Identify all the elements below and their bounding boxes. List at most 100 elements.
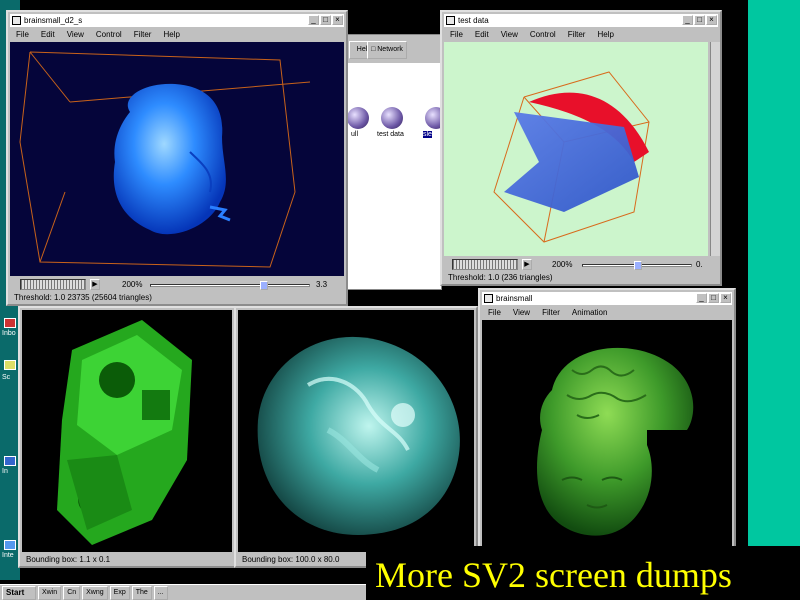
start-button[interactable]: Start xyxy=(2,586,36,600)
network-button[interactable]: □ Network xyxy=(367,41,407,59)
blue-head-isosurface xyxy=(113,83,231,235)
rendering-canvas xyxy=(19,51,311,268)
menu-bar: File Edit View Control Filter Help xyxy=(444,28,718,41)
frame-scrubber[interactable] xyxy=(20,279,86,290)
status-bar: Bounding box: 1.1 x 0.1 xyxy=(22,554,232,566)
status-bar: Threshold: 1.0 (236 triangles) xyxy=(444,272,718,284)
minimize-icon[interactable]: _ xyxy=(308,15,319,25)
menu-help[interactable]: Help xyxy=(163,28,179,41)
rendering-canvas xyxy=(493,71,650,243)
file-label: test data xyxy=(377,131,404,138)
title-bar[interactable]: brainsmall _ □ × xyxy=(482,292,732,305)
rendering-canvas xyxy=(57,320,192,545)
head-ct-window: Bounding box: 100.0 x 80.0 xyxy=(234,306,478,568)
folder-icon[interactable] xyxy=(4,360,16,370)
desktop-label-sc: Sc xyxy=(2,374,11,381)
menu-view[interactable]: View xyxy=(501,28,518,41)
play-icon[interactable]: ▶ xyxy=(90,279,100,290)
menu-view[interactable]: View xyxy=(67,28,84,41)
internet-icon[interactable] xyxy=(4,540,16,550)
zoom-slider-thumb[interactable] xyxy=(634,261,642,270)
taskbar-item[interactable]: Xwng xyxy=(82,586,108,600)
brain-blue-window: brainsmall_d2_s _ □ × File Edit View Con… xyxy=(6,10,348,306)
taskbar: Start Xwin Cn Xwng Exp The ... xyxy=(0,584,370,600)
window-title: brainsmall xyxy=(496,294,533,303)
test-data-window: test data _ □ × File Edit View Control F… xyxy=(440,10,722,286)
menu-view[interactable]: View xyxy=(513,306,530,319)
maximize-icon[interactable]: □ xyxy=(694,15,705,25)
intersecting-surfaces xyxy=(504,92,649,212)
title-bar[interactable]: test data _ □ × xyxy=(444,14,718,27)
viewport-3d[interactable] xyxy=(482,320,732,548)
window-title: test data xyxy=(458,16,489,25)
zoom-label: 200% xyxy=(552,260,573,269)
menu-filter[interactable]: Filter xyxy=(568,28,586,41)
menu-edit[interactable]: Edit xyxy=(41,28,55,41)
brain-green-window: brainsmall _ □ × File View Filter Animat… xyxy=(478,288,736,550)
close-icon[interactable]: × xyxy=(720,293,731,303)
rendering-canvas xyxy=(537,347,694,536)
taskbar-item[interactable]: The xyxy=(131,586,152,600)
slide-caption: More SV2 screen dumps xyxy=(375,555,732,595)
menu-control[interactable]: Control xyxy=(530,28,556,41)
zoom-slider[interactable] xyxy=(582,261,692,270)
green-head-volume xyxy=(537,347,694,536)
menu-bar: File Edit View Control Filter Help xyxy=(10,28,344,41)
menu-animation[interactable]: Animation xyxy=(572,306,608,319)
menu-filter[interactable]: Filter xyxy=(542,306,560,319)
desktop-label-in: In xyxy=(2,468,8,475)
file-icon[interactable] xyxy=(381,107,403,129)
minimize-icon[interactable]: _ xyxy=(696,293,707,303)
viewport-3d[interactable] xyxy=(238,310,474,552)
zoom-slider[interactable] xyxy=(150,281,310,290)
network-icon[interactable] xyxy=(4,456,16,466)
desktop-label-inbox: Inbo xyxy=(2,330,16,337)
computer-icon: □ xyxy=(371,46,376,53)
file-label: ull xyxy=(351,131,359,138)
taskbar-item[interactable]: Cn xyxy=(63,586,81,600)
menu-bar: File View Filter Animation xyxy=(482,306,732,319)
viewport-3d[interactable] xyxy=(22,310,232,552)
minimize-icon[interactable]: _ xyxy=(682,15,693,25)
file-label-selected: sle xyxy=(423,131,432,138)
taskbar-item[interactable]: Xwin xyxy=(38,586,62,600)
window-menu-icon[interactable] xyxy=(12,16,21,25)
engine-window: Bounding box: 1.1 x 0.1 xyxy=(18,306,236,568)
green-engine-block xyxy=(57,320,192,545)
vertical-scrollbar[interactable] xyxy=(710,42,720,256)
play-icon[interactable]: ▶ xyxy=(522,259,532,270)
window-menu-icon[interactable] xyxy=(446,16,455,25)
window-menu-icon[interactable] xyxy=(484,294,493,303)
viewport-3d[interactable] xyxy=(10,42,344,276)
rendering-canvas xyxy=(257,336,460,535)
desktop-accent-strip xyxy=(748,0,800,548)
viewport-3d[interactable] xyxy=(444,42,708,256)
status-bar: Threshold: 1.0 23735 (25604 triangles) xyxy=(10,292,344,304)
inbox-icon[interactable] xyxy=(4,318,16,328)
menu-filter[interactable]: Filter xyxy=(134,28,152,41)
zoom-value: 0. xyxy=(696,260,703,269)
frame-scrubber[interactable] xyxy=(452,259,518,270)
desktop-label-inte: Inte xyxy=(2,552,14,559)
taskbar-item[interactable]: ... xyxy=(153,586,168,600)
menu-help[interactable]: Help xyxy=(597,28,613,41)
network-button-label: Network xyxy=(377,46,403,53)
close-icon[interactable]: × xyxy=(332,15,343,25)
explorer-toolbar: Help □ Network xyxy=(347,35,441,63)
menu-file[interactable]: File xyxy=(16,28,29,41)
menu-file[interactable]: File xyxy=(450,28,463,41)
zoom-value: 3.3 xyxy=(316,280,328,289)
close-icon[interactable]: × xyxy=(706,15,717,25)
menu-edit[interactable]: Edit xyxy=(475,28,489,41)
maximize-icon[interactable]: □ xyxy=(708,293,719,303)
title-bar[interactable]: brainsmall_d2_s _ □ × xyxy=(10,14,344,27)
taskbar-item[interactable]: Exp xyxy=(109,586,130,600)
menu-control[interactable]: Control xyxy=(96,28,122,41)
maximize-icon[interactable]: □ xyxy=(320,15,331,25)
explorer-window: Help □ Network ull test data sle xyxy=(346,34,447,290)
window-title: brainsmall_d2_s xyxy=(24,16,83,25)
file-icon[interactable] xyxy=(347,107,369,129)
zoom-slider-thumb[interactable] xyxy=(260,281,269,290)
menu-file[interactable]: File xyxy=(488,306,501,319)
zoom-label: 200% xyxy=(122,280,143,289)
